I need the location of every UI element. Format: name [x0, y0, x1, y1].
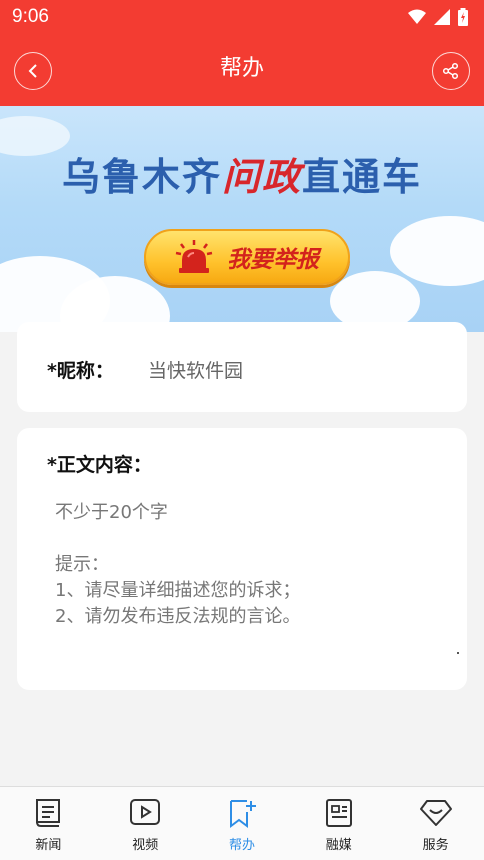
tab-service[interactable]: 服务	[387, 787, 484, 860]
content-textarea[interactable]: 不少于20个字 提示： 1、请尽量详细描述您的诉求； 2、请勿发布违反法规的言论…	[55, 500, 455, 630]
help-icon	[229, 800, 256, 828]
tab-label: 帮办	[228, 838, 255, 853]
page-title: 帮办	[219, 56, 264, 81]
alarm-icon	[175, 240, 213, 273]
tab-help[interactable]: 帮办	[194, 787, 291, 860]
status-bar: 9:06	[0, 0, 484, 34]
wifi-icon	[408, 9, 426, 24]
top-bar: 9:06 帮办	[0, 0, 484, 106]
content-card: *正文内容： 不少于20个字 提示： 1、请尽量详细描述您的诉求； 2、请勿发布…	[17, 428, 467, 690]
signal-icon	[434, 9, 450, 25]
tab-label: 新闻	[35, 838, 62, 853]
banner-title-part3: 直通车	[302, 154, 423, 199]
tab-label: 服务	[422, 838, 449, 853]
tab-label: 视频	[132, 838, 159, 853]
resize-mark	[457, 652, 459, 654]
banner-title: 乌鲁木齐问政直通车	[0, 146, 484, 201]
report-button-label: 我要举报	[227, 246, 319, 273]
content-label: *正文内容：	[47, 454, 152, 476]
tab-news[interactable]: 新闻	[0, 787, 97, 860]
status-time: 9:06	[12, 6, 49, 27]
share-button[interactable]	[432, 52, 470, 90]
banner-title-part1: 乌鲁木齐	[61, 154, 222, 199]
cloud-decoration	[390, 216, 484, 286]
service-icon	[419, 800, 452, 826]
video-icon	[130, 799, 161, 825]
bottom-tab-bar: 新闻 视频 帮办 融媒 服务	[0, 786, 484, 860]
battery-icon	[458, 8, 468, 26]
nickname-label: *昵称：	[47, 360, 114, 382]
tab-video[interactable]: 视频	[97, 787, 194, 860]
tab-media[interactable]: 融媒	[290, 787, 387, 860]
nickname-card: *昵称： 当快软件园	[17, 322, 467, 412]
media-icon	[325, 799, 352, 827]
share-icon	[442, 62, 459, 80]
banner-title-part2: 问政	[221, 154, 302, 199]
nickname-field[interactable]: 当快软件园	[148, 356, 243, 383]
banner: 乌鲁木齐问政直通车 我要举报	[0, 106, 484, 332]
report-button[interactable]: 我要举报	[144, 229, 350, 285]
news-icon	[36, 799, 61, 827]
tab-label: 融媒	[325, 838, 352, 853]
